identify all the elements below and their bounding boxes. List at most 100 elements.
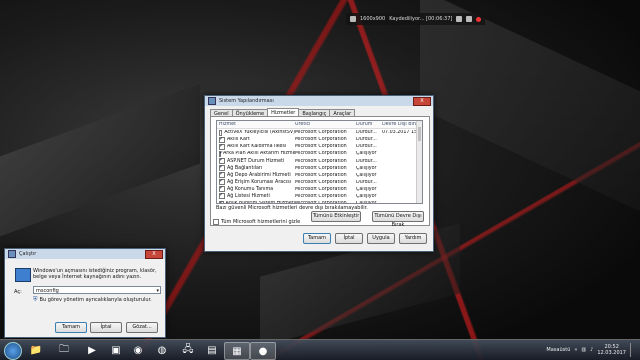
service-status: Durdur... bbox=[356, 144, 377, 150]
disable-all-button[interactable]: Tümünü Devre Dışı Bırak bbox=[372, 211, 424, 228]
desktop-label[interactable]: Masaüstü bbox=[546, 347, 570, 353]
admin-note: ⛨ Bu görev yönetim ayrıcalıklarıyla oluş… bbox=[33, 296, 152, 304]
column-manufacturer[interactable]: Üretici bbox=[295, 122, 356, 127]
help-button[interactable]: Yardım bbox=[399, 233, 427, 244]
run-titlebar[interactable]: Çalıştır bbox=[5, 249, 165, 259]
service-row[interactable]: ASP.NET Durum Hizmeti Microsoft Corporati… bbox=[217, 157, 422, 165]
services-scrollbar[interactable] bbox=[416, 121, 422, 203]
network-icon[interactable]: 🖧 bbox=[176, 342, 200, 358]
service-row[interactable]: Ağ Listesi Hizmeti Microsoft Corporation Ç… bbox=[217, 193, 422, 200]
service-manufacturer: Microsoft Corporation bbox=[295, 130, 347, 136]
ok-button[interactable]: Tamam bbox=[303, 233, 331, 244]
explorer-icon[interactable]: 📁 bbox=[24, 342, 48, 358]
service-name-cell: ASP.NET Durum Hizmeti bbox=[217, 158, 295, 165]
taskbar: 📁 🗀 ▶ ▣ ◉ ◍ 🖧 ▤ ▦ ● Masaüstü « ▥ ♪ 20:52… bbox=[0, 339, 640, 360]
run-dialog: Çalıştır X Windows'un açmasını istediğin… bbox=[4, 248, 166, 338]
msconfig-body: Genel Önyükleme Hizmetler Başlangıç Araç… bbox=[205, 106, 433, 251]
service-name: Akıllı Kart bbox=[227, 137, 250, 143]
open-input[interactable]: msconfig ▾ bbox=[33, 286, 161, 294]
service-status: Durdur... bbox=[356, 158, 377, 164]
service-checkbox[interactable] bbox=[219, 143, 225, 150]
service-checkbox[interactable] bbox=[219, 186, 225, 193]
service-name-cell: Akıllı Kart Kaldırma İlkesi bbox=[217, 143, 295, 150]
close-button[interactable]: X bbox=[413, 97, 431, 106]
system-tray: Masaüstü « ▥ ♪ 20:52 12.03.2017 bbox=[546, 342, 636, 358]
service-checkbox[interactable] bbox=[219, 200, 224, 203]
service-row[interactable]: Ağ Konumu Tanıma Microsoft Corporation Çal… bbox=[217, 186, 422, 193]
column-status[interactable]: Durum bbox=[356, 122, 382, 127]
record-icon[interactable] bbox=[476, 16, 482, 22]
service-checkbox[interactable] bbox=[219, 193, 225, 200]
service-row[interactable]: ActiveX Yükleyicisi (AxInstSV) Microsoft … bbox=[217, 129, 422, 136]
column-date-disabled[interactable]: Devre Dışı Bırak... bbox=[382, 122, 418, 127]
show-desktop-button[interactable] bbox=[630, 343, 636, 357]
app-icon[interactable]: ▤ bbox=[200, 342, 224, 358]
service-row[interactable]: Ağ Erişim Koruması AracısıMicrosoft Corp… bbox=[217, 179, 422, 186]
service-status: Durdur... bbox=[356, 179, 377, 185]
service-checkbox[interactable] bbox=[219, 165, 225, 172]
service-checkbox[interactable] bbox=[219, 179, 225, 186]
clock-date: 12.03.2017 bbox=[597, 350, 626, 356]
browse-button[interactable]: Gözat... bbox=[126, 322, 158, 333]
enable-all-button[interactable]: Tümünü Etkinleştir bbox=[311, 211, 361, 222]
service-status: Çalışıyor bbox=[356, 201, 377, 204]
admin-note-text: Bu görev yönetim ayrıcalıklarıyla oluştu… bbox=[39, 297, 152, 303]
start-button[interactable] bbox=[4, 342, 22, 360]
service-row[interactable]: Akıllı Kart Kaldırma İlkesi Microsoft Cor… bbox=[217, 143, 422, 150]
service-checkbox[interactable] bbox=[219, 158, 225, 165]
pause-icon[interactable] bbox=[456, 16, 463, 22]
service-checkbox[interactable] bbox=[219, 172, 225, 179]
recorder-status: Kaydediliyor... [00:06:37] bbox=[389, 16, 453, 22]
services-header: Hizmet Üretici Durum Devre Dışı Bırak... bbox=[217, 121, 422, 130]
column-service[interactable]: Hizmet bbox=[217, 122, 295, 127]
recorder-taskbar-icon[interactable]: ● bbox=[250, 342, 276, 360]
msconfig-titlebar[interactable]: Sistem Yapılandırması bbox=[205, 96, 433, 106]
firefox-icon[interactable]: ◍ bbox=[150, 342, 174, 358]
service-name-cell: Arka Plan Akıllı Aktarım Hizmeti bbox=[217, 150, 295, 157]
media-player-icon[interactable]: ▶ bbox=[80, 342, 104, 358]
hide-ms-services[interactable]: Tüm Microsoft hizmetlerini gizle bbox=[213, 219, 300, 225]
service-checkbox[interactable] bbox=[219, 150, 224, 157]
chevron-up-icon[interactable]: « bbox=[574, 347, 577, 353]
camera-icon[interactable] bbox=[466, 16, 473, 22]
run-app-icon bbox=[8, 250, 16, 258]
service-manufacturer: Microsoft Corporation bbox=[295, 165, 347, 171]
folder-icon[interactable]: 🗀 bbox=[52, 342, 76, 358]
service-row[interactable]: Arka Plan Akıllı Aktarım HizmetiMicrosof… bbox=[217, 150, 422, 157]
store-icon[interactable]: ▣ bbox=[104, 342, 128, 358]
msconfig-app-icon bbox=[208, 97, 216, 105]
service-row[interactable]: Akıllı Kart Microsoft Corporation Durdur..… bbox=[217, 136, 422, 143]
service-name: Anlık Bildirim Sistem Hizmeti bbox=[225, 201, 295, 204]
service-status: Durdur... bbox=[356, 137, 377, 143]
chrome-icon[interactable]: ◉ bbox=[126, 342, 150, 358]
run-close-button[interactable]: X bbox=[145, 250, 163, 259]
cancel-button[interactable]: İptal bbox=[335, 233, 363, 244]
hide-ms-checkbox[interactable] bbox=[213, 219, 219, 225]
msconfig-taskbar-icon[interactable]: ▦ bbox=[224, 342, 250, 360]
run-icon bbox=[15, 268, 31, 282]
apply-button[interactable]: Uygula bbox=[367, 233, 395, 244]
run-description: Windows'un açmasını istediğiniz program,… bbox=[33, 268, 157, 280]
clock[interactable]: 20:52 12.03.2017 bbox=[597, 344, 626, 356]
service-checkbox[interactable] bbox=[219, 129, 223, 136]
service-status: Çalışıyor bbox=[356, 186, 377, 192]
run-ok-button[interactable]: Tamam bbox=[55, 322, 87, 333]
scrollbar-thumb[interactable] bbox=[418, 127, 421, 141]
service-row[interactable]: Ağ Bağlantıları Microsoft Corporation Çalı… bbox=[217, 165, 422, 172]
service-name-cell: Ağ Erişim Koruması Aracısı bbox=[217, 179, 295, 186]
service-manufacturer: Microsoft Corporation bbox=[295, 201, 347, 204]
service-manufacturer: Microsoft Corporation bbox=[295, 193, 347, 199]
volume-icon[interactable]: ♪ bbox=[590, 347, 593, 353]
service-name-cell: Ağ Konumu Tanıma bbox=[217, 186, 295, 193]
network-tray-icon[interactable]: ▥ bbox=[581, 347, 586, 353]
service-name: Ağ Listesi Hizmeti bbox=[227, 193, 270, 199]
run-cancel-button[interactable]: İptal bbox=[90, 322, 122, 333]
service-name: Ağ Bağlantıları bbox=[227, 165, 263, 171]
chevron-down-icon[interactable]: ▾ bbox=[156, 287, 159, 295]
service-status: Çalışıyor bbox=[356, 193, 377, 199]
service-row[interactable]: Anlık Bildirim Sistem HizmetiMicrosoft C… bbox=[217, 200, 422, 204]
services-list[interactable]: Hizmet Üretici Durum Devre Dışı Bırak...… bbox=[216, 120, 423, 204]
service-checkbox[interactable] bbox=[219, 136, 225, 143]
open-label: Aç: bbox=[14, 289, 22, 295]
service-row[interactable]: Ağ Depo Arabirimi Hizmeti Microsoft Corpo… bbox=[217, 172, 422, 179]
